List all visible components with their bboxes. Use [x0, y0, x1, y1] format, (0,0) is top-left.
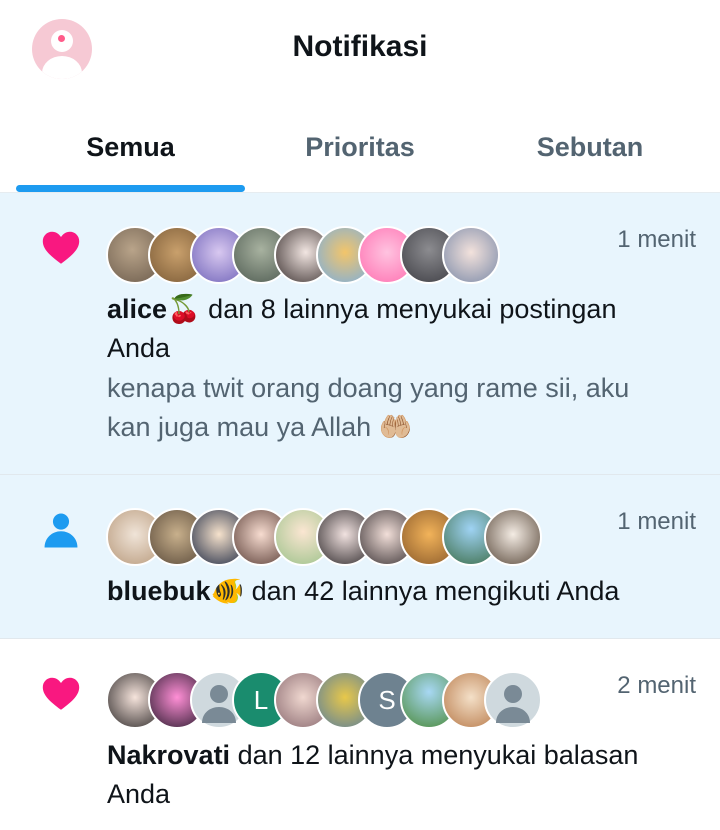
- tab-semua[interactable]: Semua: [16, 132, 245, 163]
- user-name[interactable]: bluebuk🐠: [107, 576, 244, 606]
- avatar[interactable]: [442, 226, 500, 284]
- tab-bar: Semua Prioritas Sebutan: [0, 96, 720, 193]
- avatar-placeholder[interactable]: [484, 671, 542, 729]
- heart-icon: [42, 231, 80, 264]
- timestamp: 1 menit: [617, 508, 696, 535]
- active-tab-indicator: [16, 185, 245, 192]
- avatar-stack: [106, 226, 586, 284]
- tab-prioritas[interactable]: Prioritas: [245, 132, 475, 163]
- tab-sebutan[interactable]: Sebutan: [475, 132, 705, 163]
- heart-icon: [42, 677, 80, 710]
- notification-text: Nakrovati dan 12 lainnya menyukai balasa…: [107, 736, 680, 814]
- notification-item[interactable]: 1 menit bluebuk🐠 dan 42 lainnya mengikut…: [0, 475, 720, 639]
- user-name[interactable]: Nakrovati: [107, 740, 230, 770]
- avatar[interactable]: [484, 508, 542, 566]
- avatar-stack: [106, 508, 586, 566]
- timestamp: 2 menit: [617, 672, 696, 699]
- timestamp: 1 menit: [617, 226, 696, 253]
- header: Notifikasi: [0, 0, 720, 96]
- avatar-stack: L S: [106, 671, 586, 729]
- notification-item[interactable]: 2 menit L S Nakrovati dan 12 lainnya men…: [0, 639, 720, 830]
- notification-text: bluebuk🐠 dan 42 lainnya mengikuti Anda: [107, 572, 680, 611]
- page-title: Notifikasi: [292, 30, 428, 63]
- notification-item[interactable]: 1 menit alice🍒 dan 8 lainnya menyukai po…: [0, 193, 720, 475]
- notification-text: alice🍒 dan 8 lainnya menyukai postingan …: [107, 290, 680, 368]
- action-text: dan 42 lainnya mengikuti Anda: [244, 576, 620, 606]
- user-name[interactable]: alice🍒: [107, 294, 201, 324]
- person-icon: [44, 513, 78, 548]
- post-snippet: kenapa twit orang doang yang rame sii, a…: [107, 373, 630, 442]
